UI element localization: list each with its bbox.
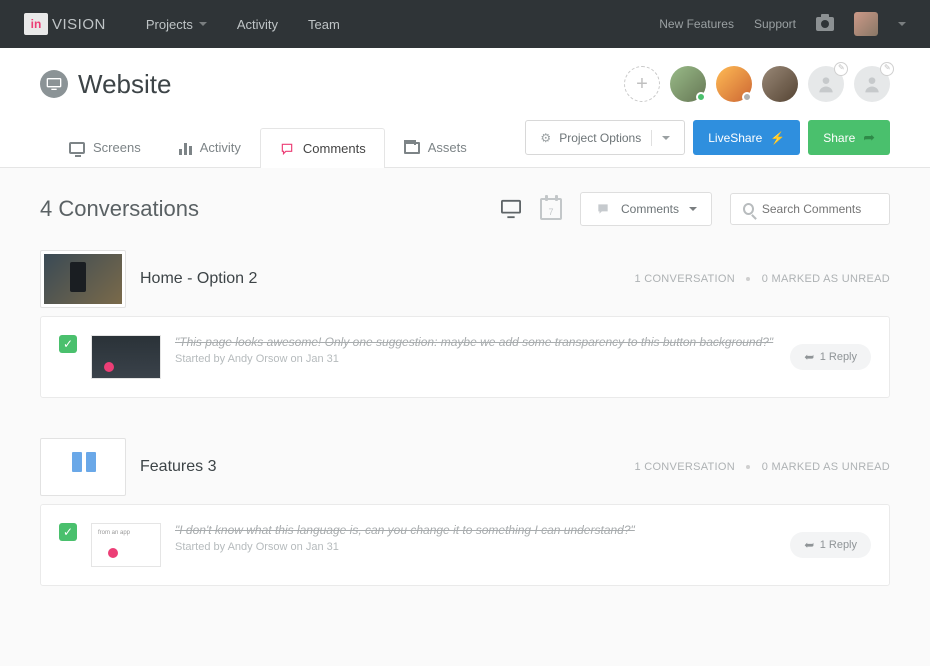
top-nav-left: Projects Activity Team <box>146 17 340 32</box>
group-meta: 1 CONVERSATION 0 MARKED AS UNREAD <box>634 461 890 473</box>
gear-icon: ⚙ <box>540 131 551 145</box>
presence-offline-icon <box>742 92 752 102</box>
collaborator-placeholder[interactable] <box>808 66 844 102</box>
comment-meta: Started by Andy Orsow on Jan 31 <box>175 541 776 553</box>
resolved-check-icon[interactable]: ✓ <box>59 335 77 353</box>
screen-thumbnail[interactable] <box>40 250 126 308</box>
tab-activity[interactable]: Activity <box>160 127 260 167</box>
top-nav-right: New Features Support <box>659 12 906 36</box>
bolt-icon: ⚡ <box>770 131 785 145</box>
nav-projects[interactable]: Projects <box>146 17 207 32</box>
edit-badge-icon <box>834 62 848 76</box>
button-label: Project Options <box>559 131 641 145</box>
comment-snippet-thumbnail[interactable] <box>91 335 161 379</box>
logo-mark: in <box>24 13 48 35</box>
share-arrow-icon: ➦ <box>863 129 875 146</box>
reply-arrow-icon: ➥ <box>804 538 814 552</box>
desktop-icon[interactable] <box>500 199 522 219</box>
comments-icon <box>279 142 295 156</box>
resolved-check-icon[interactable]: ✓ <box>59 523 77 541</box>
reply-button[interactable]: ➥ 1 Reply <box>790 344 871 370</box>
chevron-down-icon <box>662 136 670 140</box>
collaborator-avatar[interactable] <box>716 66 752 102</box>
reply-label: 1 Reply <box>820 351 857 363</box>
comment-text[interactable]: "This page looks awesome! Only one sugge… <box>175 335 776 349</box>
logo[interactable]: in VISION <box>24 13 106 35</box>
project-tabs: Screens Activity Comments Assets <box>50 127 486 167</box>
comment-row: ✓ "This page looks awesome! Only one sug… <box>40 316 890 398</box>
nav-team[interactable]: Team <box>308 17 340 32</box>
separator-dot-icon <box>746 465 750 469</box>
tab-label: Screens <box>93 140 141 155</box>
add-collaborator-button[interactable]: + <box>624 66 660 102</box>
project-options-button[interactable]: ⚙ Project Options <box>525 120 685 155</box>
group-meta: 1 CONVERSATION 0 MARKED AS UNREAD <box>634 273 890 285</box>
presence-online-icon <box>696 92 706 102</box>
comment-icon <box>595 202 611 216</box>
collaborator-avatar[interactable] <box>762 66 798 102</box>
tab-screens[interactable]: Screens <box>50 127 160 167</box>
screen-title[interactable]: Home - Option 2 <box>140 270 257 288</box>
comment-meta: Started by Andy Orsow on Jan 31 <box>175 353 776 365</box>
nav-support[interactable]: Support <box>754 17 796 31</box>
activity-icon <box>179 141 192 155</box>
conversation-count: 1 CONVERSATION <box>634 461 735 473</box>
share-button[interactable]: Share ➦ <box>808 120 890 155</box>
conversation-group: Features 3 1 CONVERSATION 0 MARKED AS UN… <box>40 438 890 586</box>
button-label: LiveShare <box>708 131 762 145</box>
separator-dot-icon <box>746 277 750 281</box>
folder-icon <box>404 142 420 154</box>
camera-icon[interactable] <box>816 17 834 31</box>
reply-button[interactable]: ➥ 1 Reply <box>790 532 871 558</box>
project-header: Website + Screens Activity <box>0 48 930 168</box>
conversation-group: Home - Option 2 1 CONVERSATION 0 MARKED … <box>40 250 890 398</box>
user-avatar[interactable] <box>854 12 878 36</box>
conversation-count: 1 CONVERSATION <box>634 273 735 285</box>
user-menu-caret-icon[interactable] <box>898 22 906 26</box>
chevron-down-icon <box>689 207 697 211</box>
reply-label: 1 Reply <box>820 539 857 551</box>
button-label: Share <box>823 131 855 145</box>
tab-label: Assets <box>428 140 467 155</box>
conversations-count: 4 Conversations <box>40 196 199 222</box>
unread-count: 0 MARKED AS UNREAD <box>762 273 890 285</box>
page-title: Website <box>78 69 171 100</box>
header-actions: ⚙ Project Options LiveShare ⚡ Share ➦ <box>525 120 890 167</box>
nav-new-features[interactable]: New Features <box>659 17 734 31</box>
top-nav: in VISION Projects Activity Team New Fea… <box>0 0 930 48</box>
filter-label: Comments <box>621 202 679 216</box>
screen-thumbnail[interactable] <box>40 438 126 496</box>
screens-icon <box>69 142 85 154</box>
nav-activity[interactable]: Activity <box>237 17 278 32</box>
collaborators: + <box>624 66 890 102</box>
search-input[interactable] <box>762 202 877 216</box>
conversations-list: Home - Option 2 1 CONVERSATION 0 MARKED … <box>0 250 930 666</box>
tab-comments[interactable]: Comments <box>260 128 385 168</box>
nav-projects-label: Projects <box>146 17 193 32</box>
tab-assets[interactable]: Assets <box>385 127 486 167</box>
collaborator-avatar[interactable] <box>670 66 706 102</box>
unread-count: 0 MARKED AS UNREAD <box>762 461 890 473</box>
comment-snippet-thumbnail[interactable] <box>91 523 161 567</box>
comments-toolbar: 4 Conversations 7 Comments <box>0 168 930 250</box>
collaborator-placeholder[interactable] <box>854 66 890 102</box>
search-icon <box>743 203 754 215</box>
comment-row: ✓ "I don't know what this language is, c… <box>40 504 890 586</box>
screen-title[interactable]: Features 3 <box>140 458 216 476</box>
tab-label: Activity <box>200 140 241 155</box>
project-type-icon <box>40 70 68 98</box>
edit-badge-icon <box>880 62 894 76</box>
reply-arrow-icon: ➥ <box>804 350 814 364</box>
search-box[interactable] <box>730 193 890 225</box>
comments-filter-dropdown[interactable]: Comments <box>580 192 712 226</box>
tab-label: Comments <box>303 141 366 156</box>
logo-text: VISION <box>52 16 106 33</box>
liveshare-button[interactable]: LiveShare ⚡ <box>693 120 800 155</box>
calendar-icon[interactable]: 7 <box>540 198 562 220</box>
chevron-down-icon <box>199 22 207 26</box>
comment-text[interactable]: "I don't know what this language is, can… <box>175 523 776 537</box>
